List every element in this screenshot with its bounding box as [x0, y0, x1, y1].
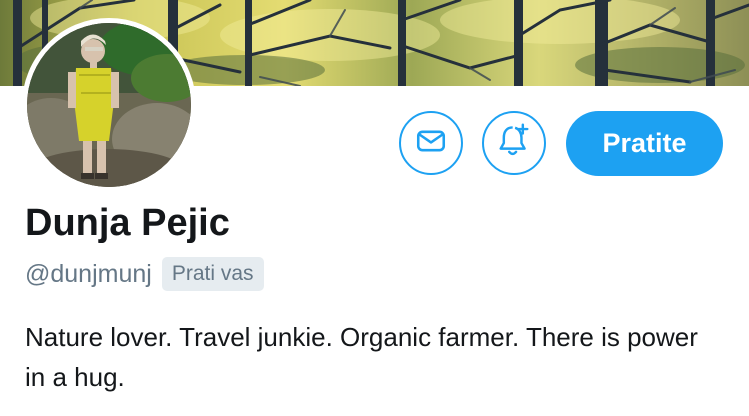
envelope-icon — [414, 124, 448, 163]
profile-bio: Nature lover. Travel junkie. Organic far… — [25, 322, 698, 392]
message-button[interactable] — [399, 111, 463, 175]
avatar-photo-illustration — [27, 23, 191, 187]
bell-plus-icon — [495, 122, 533, 165]
profile-header: Pratite Dunja Pejic @dunjmunj Prati vas … — [0, 0, 749, 416]
follows-you-badge: Prati vas — [161, 257, 264, 291]
notifications-button[interactable] — [482, 111, 546, 175]
profile-display-name: Dunja Pejic — [25, 202, 230, 244]
follow-button[interactable]: Pratite — [566, 111, 723, 176]
avatar[interactable] — [27, 23, 191, 187]
handle-row: @dunjmunj Prati vas — [25, 254, 264, 294]
profile-handle: @dunjmunj — [25, 260, 152, 288]
avatar-border — [22, 18, 196, 192]
